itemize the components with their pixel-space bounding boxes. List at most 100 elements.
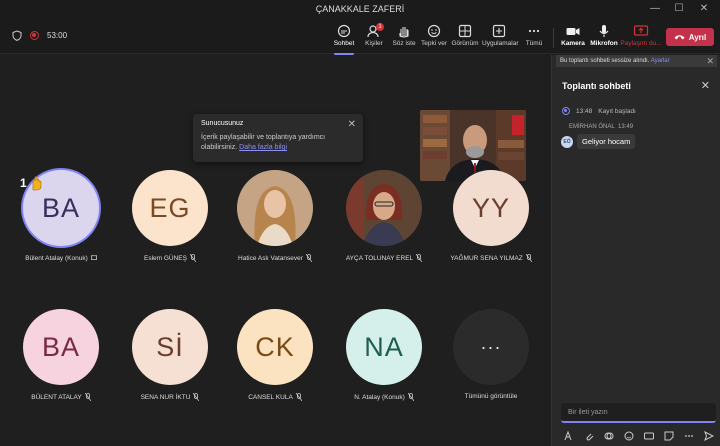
- mic-off-icon: [525, 254, 532, 262]
- smiley-icon: [427, 24, 441, 38]
- message-meta: EMİRHAN ÖNAL 13:49: [569, 124, 634, 130]
- more-participants-icon: ···: [453, 309, 529, 385]
- maximize-icon[interactable]: ☐: [672, 2, 686, 16]
- popup-heading: Sunucusunuz: [201, 120, 244, 127]
- photo-portrait: [237, 170, 313, 246]
- phone-hangup-icon: [674, 35, 685, 40]
- view-all-tile[interactable]: ··· Tümünü görüntüle: [436, 309, 546, 400]
- close-popup-icon[interactable]: ✕: [348, 119, 356, 130]
- mic-off-icon: [84, 393, 91, 401]
- participant-tile[interactable]: NA N. Atalay (Konuk): [329, 309, 439, 401]
- participant-name: YAĞMUR SENA YILMAZ: [450, 254, 523, 262]
- format-icon[interactable]: [564, 431, 574, 441]
- learn-more-link[interactable]: Daha fazla bilgi: [239, 144, 287, 151]
- system-message: 13:48 Kayıt başladı: [562, 107, 636, 115]
- title-bar: ÇANAKKALE ZAFERİ — ☐ ✕: [0, 0, 720, 20]
- participant-name: BÜLENT ATALAY: [31, 393, 82, 401]
- participant-tile[interactable]: BA BÜLENT ATALAY: [6, 309, 116, 401]
- minimize-icon[interactable]: —: [648, 2, 662, 16]
- recording-icon: [562, 107, 570, 115]
- chat-icon: [337, 24, 351, 38]
- people-button[interactable]: 1 Kişiler: [362, 23, 386, 52]
- hand-icon: [399, 27, 409, 38]
- presenter-popup: Sunucusunuz İçerik paylaşabilir ve topla…: [193, 114, 363, 162]
- share-screen-icon: [633, 25, 649, 36]
- meeting-timer: 53:00: [47, 31, 68, 40]
- participant-tile[interactable]: Hatice Aslı Vatansever: [220, 170, 330, 262]
- camera-icon: [566, 28, 580, 35]
- participant-name: N. Atalay (Konuk): [354, 393, 405, 401]
- avatar: EG: [132, 170, 208, 246]
- participant-tile[interactable]: Sİ SENA NUR İKTU: [115, 309, 225, 401]
- raise-hand-button[interactable]: Söz iste: [392, 24, 416, 52]
- people-badge: 1: [376, 23, 384, 31]
- more-button[interactable]: Tümü: [523, 24, 545, 52]
- message-input[interactable]: Bir ileti yazın: [561, 403, 716, 423]
- emoji-icon[interactable]: [624, 431, 634, 441]
- apps-button[interactable]: Uygulamalar: [482, 24, 519, 52]
- chat-button[interactable]: Sohbet: [332, 24, 356, 55]
- raised-hand-icon: [32, 176, 41, 191]
- participant-tile[interactable]: AYÇA TOLUNAY EREL: [329, 170, 439, 262]
- chat-message[interactable]: EÖ Geliyor hocam: [561, 134, 636, 149]
- mic-off-icon: [189, 254, 196, 262]
- chat-panel: Bu toplantı sohbeti sessize alındı. Ayar…: [551, 55, 720, 446]
- participant-name: SENA NUR İKTU: [140, 393, 191, 401]
- avatar: Sİ: [132, 309, 208, 385]
- participant-name: Eslem GÜNEŞ: [144, 254, 187, 262]
- avatar: CK: [237, 309, 313, 385]
- participant-tile[interactable]: YY YAĞMUR SENA YILMAZ: [436, 170, 546, 262]
- loop-icon[interactable]: [604, 431, 614, 441]
- mic-off-icon: [295, 393, 302, 401]
- close-window-icon[interactable]: ✕: [697, 2, 711, 16]
- close-chat-icon[interactable]: ✕: [701, 79, 710, 92]
- participant-name: Hatice Aslı Vatansever: [238, 254, 303, 262]
- avatar: BA: [23, 309, 99, 385]
- muted-chat-notice: Bu toplantı sohbeti sessize alındı. Ayar…: [556, 55, 717, 67]
- raised-hand-count: 1: [20, 176, 27, 190]
- shield-icon: [12, 30, 22, 41]
- view-button[interactable]: Görünüm: [451, 24, 479, 52]
- sender-avatar: EÖ: [561, 135, 573, 148]
- recording-icon: [30, 31, 39, 40]
- mic-off-icon: [193, 393, 200, 401]
- more-icon: [528, 29, 540, 33]
- attach-icon[interactable]: [584, 431, 594, 441]
- more-options-icon[interactable]: [684, 431, 694, 441]
- participant-name: Bülent Atalay (Konuk): [25, 254, 88, 262]
- close-notice-icon[interactable]: ✕: [706, 56, 714, 67]
- mic-button[interactable]: Mikrofon: [590, 24, 618, 52]
- react-button[interactable]: Tepki ver: [421, 24, 447, 52]
- toolbar-divider: [553, 28, 554, 48]
- send-icon[interactable]: [704, 431, 714, 441]
- leave-button[interactable]: Ayrıl: [666, 28, 714, 46]
- sticker-icon[interactable]: [664, 431, 674, 441]
- compose-actions: [564, 431, 714, 441]
- avatar: NA: [346, 309, 422, 385]
- grid-icon: [458, 24, 472, 38]
- avatar-photo: [237, 170, 313, 246]
- raised-hand-indicator: 1: [20, 174, 44, 192]
- share-button[interactable]: Paylaşım du...: [620, 24, 662, 52]
- camera-button[interactable]: Kamera: [560, 24, 586, 52]
- avatar-photo: [346, 170, 422, 246]
- participant-tile[interactable]: CK CANSEL KULA: [220, 309, 330, 401]
- plus-icon: [492, 24, 506, 38]
- screen-share-icon: [90, 255, 97, 260]
- meeting-toolbar: 53:00 Sohbet 1 Kişiler Söz iste Tepki ve…: [0, 20, 720, 55]
- photo-portrait: [346, 170, 422, 246]
- avatar: YY: [453, 170, 529, 246]
- chat-title: Toplantı sohbeti: [562, 81, 631, 91]
- settings-link[interactable]: Ayarlar: [651, 58, 670, 64]
- microphone-icon: [599, 25, 609, 37]
- participant-name: CANSEL KULA: [248, 393, 293, 401]
- view-all-label: Tümünü görüntüle: [464, 393, 518, 400]
- gif-icon[interactable]: [644, 431, 654, 441]
- participant-name: AYÇA TOLUNAY EREL: [345, 254, 414, 262]
- mic-off-icon: [407, 393, 414, 401]
- window-title: ÇANAKKALE ZAFERİ: [315, 4, 405, 14]
- message-text: Geliyor hocam: [577, 134, 636, 149]
- mic-off-icon: [305, 254, 312, 262]
- participant-tile[interactable]: EG Eslem GÜNEŞ: [115, 170, 225, 262]
- mic-off-icon: [416, 254, 423, 262]
